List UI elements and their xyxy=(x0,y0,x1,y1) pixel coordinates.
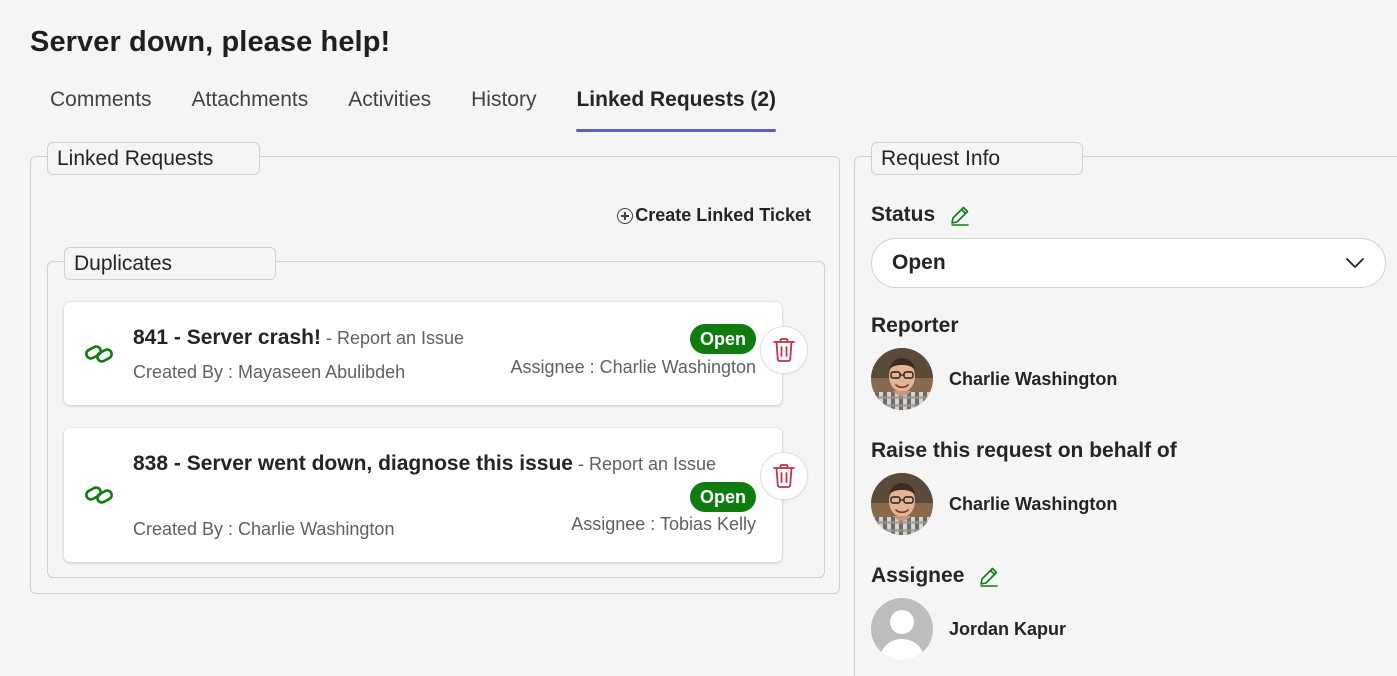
reporter-person: Charlie Washington xyxy=(871,348,1117,410)
pencil-icon[interactable] xyxy=(978,565,1000,587)
status-dropdown-value: Open xyxy=(892,251,946,274)
pencil-icon[interactable] xyxy=(949,204,971,226)
linked-requests-legend: Linked Requests xyxy=(47,142,260,175)
create-linked-ticket-label: Create Linked Ticket xyxy=(635,205,811,225)
ticket-assignee: Assignee : Tobias Kelly xyxy=(571,514,756,534)
status-dropdown[interactable]: Open xyxy=(871,238,1386,288)
ticket-type: - Report an Issue xyxy=(572,454,717,474)
ticket-created-by: Created By : Mayaseen Abulibdeh xyxy=(133,362,406,382)
request-info-panel: Request Info Status Open Reporter Charli… xyxy=(854,142,1397,676)
reporter-label: Reporter xyxy=(871,314,959,337)
ticket-title[interactable]: 838 - Server went down, diagnose this is… xyxy=(133,452,716,476)
avatar-photo xyxy=(871,348,933,410)
tab-linked-requests[interactable]: Linked Requests (2) xyxy=(556,84,796,132)
status-badge: Open xyxy=(689,324,756,354)
delete-link-button[interactable] xyxy=(760,452,808,500)
avatar-placeholder xyxy=(871,598,933,660)
duplicates-legend: Duplicates xyxy=(64,247,276,280)
link-icon xyxy=(85,486,113,504)
linked-ticket-card[interactable]: 838 - Server went down, diagnose this is… xyxy=(64,428,782,562)
linked-requests-panel: Linked Requests Create Linked Ticket Dup… xyxy=(30,142,840,594)
status-label-text: Status xyxy=(871,203,936,226)
plus-circle-icon xyxy=(617,208,634,224)
tab-bar: Comments Attachments Activities History … xyxy=(30,84,796,132)
delete-link-button[interactable] xyxy=(760,326,808,374)
assignee-label: Assignee xyxy=(871,564,1000,588)
ticket-assignee: Assignee : Charlie Washington xyxy=(510,357,756,377)
behalf-label: Raise this request on behalf of xyxy=(871,439,1177,462)
request-info-legend: Request Info xyxy=(871,142,1083,175)
tab-activities[interactable]: Activities xyxy=(328,84,451,132)
behalf-name: Charlie Washington xyxy=(949,493,1118,514)
page-title: Server down, please help! xyxy=(30,26,391,58)
trash-icon xyxy=(773,464,795,488)
tab-comments[interactable]: Comments xyxy=(30,84,172,132)
status-badge: Open xyxy=(689,482,756,512)
tab-history[interactable]: History xyxy=(451,84,556,132)
ticket-created-by: Created By : Charlie Washington xyxy=(133,519,395,539)
linked-ticket-card[interactable]: 841 - Server crash! - Report an Issue Cr… xyxy=(64,302,782,405)
create-linked-ticket-button[interactable]: Create Linked Ticket xyxy=(617,205,811,226)
status-label: Status xyxy=(871,203,971,227)
assignee-label-text: Assignee xyxy=(871,564,965,587)
reporter-name: Charlie Washington xyxy=(949,368,1118,389)
assignee-person: Jordan Kapur xyxy=(871,598,1066,660)
ticket-id-title: 841 - Server crash! xyxy=(133,326,321,349)
ticket-type: - Report an Issue xyxy=(320,328,465,348)
ticket-title[interactable]: 841 - Server crash! - Report an Issue xyxy=(133,326,464,350)
duplicates-group: Duplicates 841 - Server crash! - Report … xyxy=(47,247,825,578)
chevron-down-icon xyxy=(1346,258,1364,268)
tab-attachments[interactable]: Attachments xyxy=(172,84,329,132)
trash-icon xyxy=(773,338,795,362)
assignee-name: Jordan Kapur xyxy=(949,618,1067,639)
ticket-id-title: 838 - Server went down, diagnose this is… xyxy=(133,452,573,475)
avatar-photo xyxy=(871,473,933,535)
behalf-person: Charlie Washington xyxy=(871,473,1117,535)
link-icon xyxy=(85,345,113,363)
